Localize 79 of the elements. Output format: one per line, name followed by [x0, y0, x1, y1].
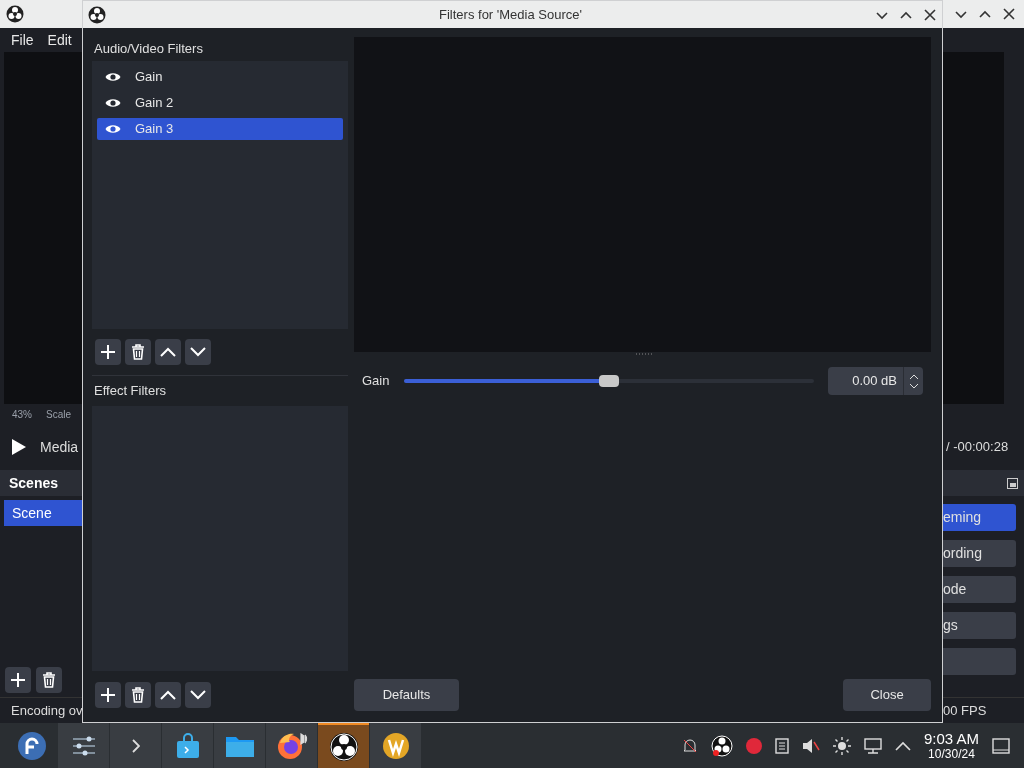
add-button[interactable] — [5, 667, 31, 693]
trash-icon — [131, 687, 145, 703]
w-logo-icon — [381, 731, 410, 760]
chevron-up-icon — [160, 690, 176, 700]
zoom-label: 43% — [12, 407, 32, 422]
chevron-up-icon[interactable] — [894, 740, 911, 751]
step-up-icon[interactable] — [908, 373, 919, 380]
network-icon[interactable] — [863, 737, 882, 754]
taskbar-app[interactable] — [58, 723, 109, 768]
brightness-icon[interactable] — [832, 736, 851, 755]
scene-item[interactable]: Scene — [4, 500, 82, 526]
clock-date[interactable]: 10/30/24 — [928, 748, 975, 760]
gain-label: Gain — [362, 372, 391, 391]
taskbar-app[interactable] — [318, 723, 369, 768]
chevron-down-icon — [190, 347, 206, 357]
sliders-icon — [70, 734, 97, 757]
control-button[interactable]: gs — [943, 612, 1016, 639]
control-button[interactable]: ode — [943, 576, 1016, 603]
dock-header: Scenes — [0, 470, 82, 496]
menu-item[interactable]: Edit — [47, 29, 72, 51]
media-label: Media — [40, 437, 79, 457]
status-text: Encoding ov — [11, 701, 83, 720]
close-icon[interactable] — [923, 7, 937, 22]
record-icon[interactable] — [745, 737, 762, 754]
remove-button[interactable] — [125, 682, 151, 708]
remove-button[interactable] — [125, 339, 151, 365]
filter-item[interactable]: Gain 2 — [97, 92, 343, 114]
close-icon[interactable] — [1002, 7, 1016, 21]
obs-logo-icon — [6, 5, 24, 23]
control-button[interactable]: eming — [943, 504, 1016, 531]
gain-slider[interactable] — [404, 373, 814, 389]
window-title: Filters for 'Media Source' — [438, 5, 583, 24]
defaults-button[interactable]: Defaults — [354, 679, 459, 711]
gain-spinbox[interactable]: 0.00 dB — [828, 367, 923, 395]
show-desktop-icon[interactable] — [992, 737, 1010, 754]
control-button[interactable]: ording — [943, 540, 1016, 567]
chevron-up-icon — [160, 347, 176, 357]
section-title: Effect Filters — [93, 382, 167, 401]
eye-icon[interactable] — [105, 71, 121, 83]
add-button[interactable] — [95, 339, 121, 365]
menu-item[interactable]: File — [11, 29, 34, 51]
obs-tray-icon[interactable] — [710, 734, 733, 757]
move-up-button[interactable] — [155, 339, 181, 365]
float-icon[interactable] — [1007, 477, 1018, 489]
fps-label: 00 FPS — [943, 701, 987, 720]
fedora-icon — [16, 730, 47, 761]
chevron-right-icon — [131, 738, 140, 753]
obs-icon — [328, 731, 359, 762]
taskbar-app[interactable] — [370, 723, 421, 768]
move-down-button[interactable] — [185, 339, 211, 365]
move-up-button[interactable] — [155, 682, 181, 708]
trash-icon — [131, 344, 145, 360]
add-icon — [11, 673, 25, 687]
shopping-bag-icon — [174, 732, 201, 759]
clipboard-icon[interactable] — [774, 737, 789, 754]
clock-time[interactable]: 9:03 AM — [923, 731, 979, 746]
eye-icon[interactable] — [105, 123, 121, 135]
muted-speaker-icon[interactable] — [801, 737, 820, 754]
section-title: Audio/Video Filters — [93, 40, 204, 59]
move-down-button[interactable] — [185, 682, 211, 708]
resize-handle-icon[interactable] — [634, 352, 653, 356]
filter-item[interactable]: Gain — [97, 66, 343, 88]
eye-icon[interactable] — [105, 97, 121, 109]
add-button[interactable] — [95, 682, 121, 708]
slider-thumb[interactable] — [599, 375, 619, 387]
trash-icon — [42, 672, 56, 688]
filter-item[interactable]: Gain 3 — [97, 118, 343, 140]
time-label: / -00:00:28 — [946, 438, 1009, 457]
chevron-down-icon — [190, 690, 206, 700]
obs-logo-icon — [88, 5, 106, 24]
remove-button[interactable] — [36, 667, 62, 693]
step-down-icon[interactable] — [908, 382, 919, 389]
firefox-icon — [275, 730, 308, 761]
play-icon[interactable] — [12, 439, 26, 455]
add-icon — [101, 688, 115, 702]
taskbar-app[interactable] — [266, 723, 317, 768]
scale-label: Scale — [46, 407, 72, 422]
close-button[interactable]: Close — [843, 679, 931, 711]
add-icon — [101, 345, 115, 359]
